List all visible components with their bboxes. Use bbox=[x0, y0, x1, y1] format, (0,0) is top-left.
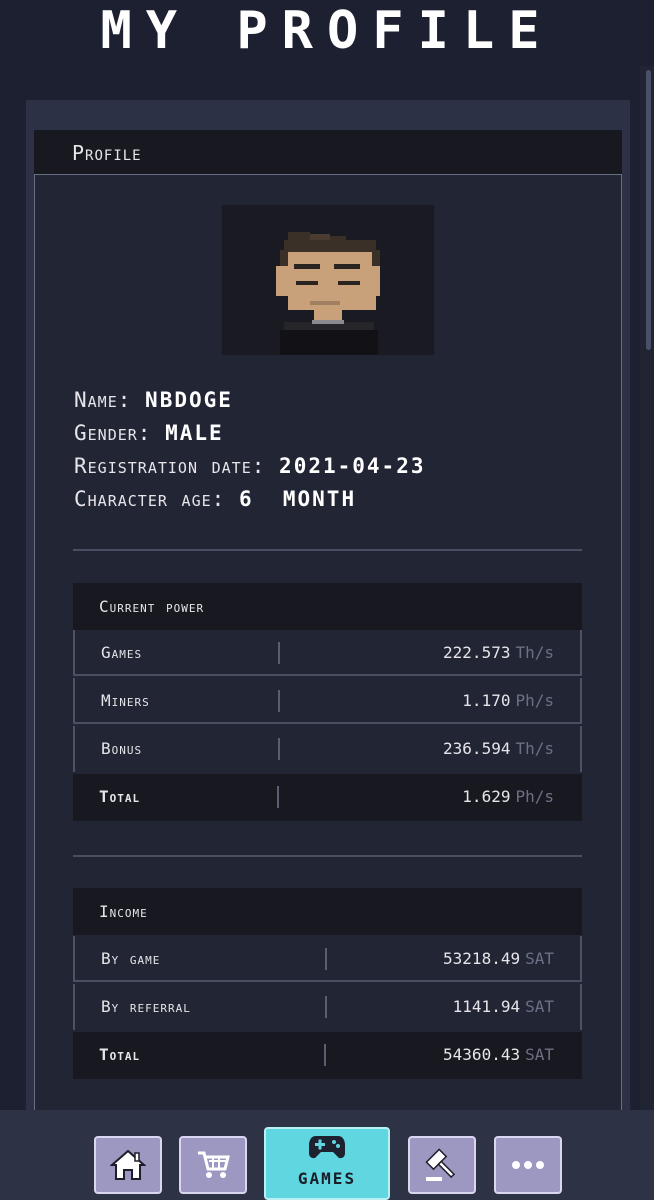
registration-value: 2021-04-23 bbox=[279, 454, 426, 478]
age-value: 6 month bbox=[238, 487, 357, 511]
row-value: 1141.94 SAT bbox=[452, 997, 554, 1016]
power-row-games: Games 222.573 Th/s bbox=[73, 630, 582, 676]
divider bbox=[73, 855, 582, 857]
column-divider bbox=[278, 690, 280, 712]
column-divider bbox=[325, 948, 327, 970]
nav-more-button[interactable] bbox=[494, 1136, 562, 1194]
pixel-avatar-icon bbox=[276, 232, 380, 355]
row-label: By referral bbox=[101, 997, 191, 1016]
auction-hammer-icon bbox=[425, 1148, 456, 1181]
column-divider bbox=[324, 1044, 326, 1066]
row-value: 53218.49 SAT bbox=[443, 949, 554, 968]
power-table-header: Current power bbox=[73, 583, 582, 630]
nav-shop-button[interactable] bbox=[179, 1136, 247, 1194]
power-row-bonus: Bonus 236.594 Th/s bbox=[73, 726, 582, 772]
power-row-miners: Miners 1.170 Ph/s bbox=[73, 678, 582, 724]
income-row-total: Total 54360.43 SAT bbox=[73, 1032, 582, 1079]
row-label: Games bbox=[101, 643, 143, 662]
page-title: My Profile bbox=[100, 1, 554, 61]
age-line: Character age: 6 month bbox=[74, 487, 356, 511]
registration-label: Registration date: bbox=[74, 454, 266, 478]
more-icon bbox=[512, 1161, 544, 1169]
gamepad-icon bbox=[309, 1136, 345, 1159]
column-divider bbox=[278, 642, 280, 664]
name-value: NBDOGE bbox=[145, 388, 233, 412]
column-divider bbox=[278, 738, 280, 760]
gender-value: male bbox=[165, 421, 224, 445]
age-label: Character age: bbox=[74, 487, 226, 511]
nav-auction-button[interactable] bbox=[408, 1136, 476, 1194]
nav-games-button[interactable]: Games bbox=[264, 1127, 390, 1200]
name-line: Name: NBDOGE bbox=[74, 388, 233, 412]
income-table-header: Income bbox=[73, 888, 582, 935]
income-row-by-referral: By referral 1141.94 SAT bbox=[73, 984, 582, 1030]
row-value: 1.629 Ph/s bbox=[462, 787, 554, 806]
nav-games-label: Games bbox=[297, 1169, 357, 1188]
cart-icon bbox=[198, 1151, 230, 1178]
column-divider bbox=[325, 996, 327, 1018]
row-value: 236.594 Th/s bbox=[443, 739, 554, 758]
row-label: By game bbox=[101, 949, 161, 968]
row-label: Bonus bbox=[101, 739, 143, 758]
nav-home-button[interactable] bbox=[94, 1136, 162, 1194]
row-label: Miners bbox=[101, 691, 150, 710]
row-value: 222.573 Th/s bbox=[443, 643, 554, 662]
name-label: Name: bbox=[74, 388, 132, 412]
income-row-by-game: By game 53218.49 SAT bbox=[73, 936, 582, 982]
power-row-total: Total 1.629 Ph/s bbox=[73, 774, 582, 821]
divider bbox=[73, 549, 582, 551]
avatar bbox=[222, 205, 434, 355]
gender-line: Gender: male bbox=[74, 421, 224, 445]
profile-section-header: Profile bbox=[34, 130, 622, 174]
scrollbar-thumb[interactable] bbox=[646, 70, 651, 350]
row-label: Total bbox=[99, 787, 141, 806]
home-icon bbox=[110, 1149, 146, 1180]
row-value: 54360.43 SAT bbox=[443, 1045, 554, 1064]
gender-label: Gender: bbox=[74, 421, 152, 445]
row-value: 1.170 Ph/s bbox=[462, 691, 554, 710]
column-divider bbox=[277, 786, 279, 808]
registration-line: Registration date: 2021-04-23 bbox=[74, 454, 425, 478]
row-label: Total bbox=[99, 1045, 141, 1064]
